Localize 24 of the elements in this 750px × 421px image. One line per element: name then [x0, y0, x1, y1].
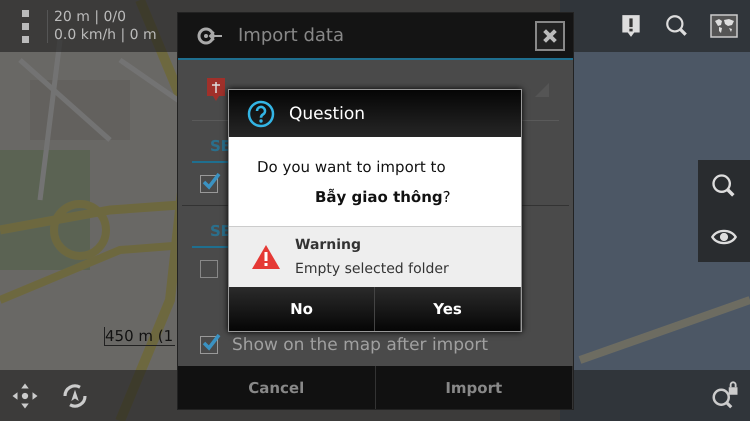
question-target: Bẫy giao thông?	[314, 188, 452, 206]
dialog-button[interactable]: Import	[376, 366, 573, 409]
warning-title: Warning	[295, 237, 362, 253]
dialog-title: Import data	[238, 25, 344, 46]
help-icon	[247, 100, 275, 128]
lock-search-icon[interactable]	[710, 380, 740, 410]
checkbox-label: Show on the map after import	[232, 335, 488, 356]
warning-message: Empty selected folder	[295, 261, 449, 277]
checkbox[interactable]	[200, 175, 218, 194]
status-text: 20 m | 0/0	[54, 8, 128, 26]
close-button[interactable]	[535, 20, 565, 51]
dialog-button[interactable]: Cancel	[178, 366, 376, 409]
world-map-icon[interactable]	[710, 14, 738, 38]
dialog-button[interactable]: No	[229, 287, 375, 331]
checkbox[interactable]	[200, 336, 218, 354]
dialog-button[interactable]: Yes	[375, 287, 521, 331]
close-icon	[541, 26, 559, 45]
folder-marker-icon	[206, 77, 226, 104]
status-text: 0.0 km/h | 0 m	[54, 26, 157, 44]
checkbox[interactable]	[200, 260, 218, 278]
question-message: Do you want to import to	[257, 158, 447, 176]
warning-icon	[251, 244, 281, 270]
dialog-title: Question	[289, 104, 366, 124]
scale-label: 450 m (1	[104, 327, 176, 346]
